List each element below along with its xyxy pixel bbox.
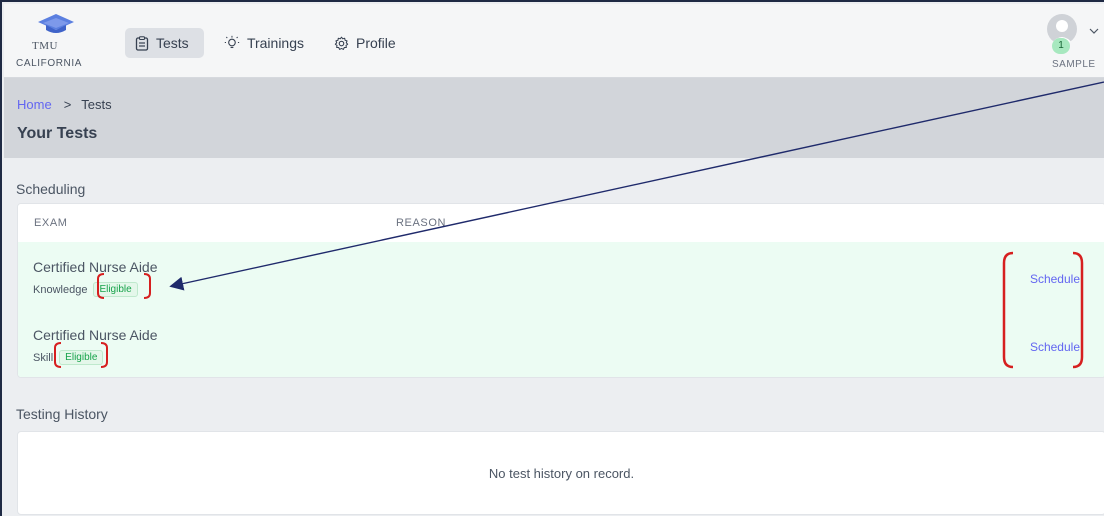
chevron-down-icon[interactable] (1089, 28, 1099, 34)
brand-name-bottom: CALIFORNIA (16, 58, 83, 69)
empty-history-message: No test history on record. (488, 466, 635, 481)
column-header-reason: REASON (396, 217, 447, 229)
gear-icon (334, 36, 349, 50)
breadcrumb: Home > Tests (17, 97, 112, 112)
page-header: Home > Tests Your Tests (4, 78, 1104, 158)
nav-tests[interactable]: Tests (125, 28, 204, 58)
nav-trainings[interactable]: Trainings (214, 28, 314, 58)
breadcrumb-home-link[interactable]: Home (17, 97, 52, 112)
breadcrumb-current: Tests (81, 97, 112, 112)
column-header-exam: EXAM (34, 217, 68, 229)
page-title: Your Tests (17, 125, 98, 142)
testing-history-title: Testing History (16, 406, 108, 422)
breadcrumb-separator: > (63, 97, 72, 112)
exam-type: Skill Eligible (33, 350, 104, 365)
exam-name: Certified Nurse Aide (33, 327, 158, 343)
status-badge: Eligible (59, 350, 104, 365)
nav-profile-label: Profile (356, 35, 396, 51)
table-row: Certified Nurse Aide Knowledge Eligible … (18, 242, 1104, 311)
lightbulb-icon (224, 35, 240, 49)
clipboard-icon (135, 35, 149, 51)
exam-type-label: Knowledge (33, 283, 88, 296)
nav-trainings-label: Trainings (246, 35, 304, 51)
scheduling-title: Scheduling (16, 181, 86, 197)
status-badge: Eligible (93, 282, 138, 297)
schedule-link[interactable]: Schedule (1030, 340, 1080, 354)
user-name: SAMPLE (1052, 59, 1096, 70)
table-row: Certified Nurse Aide Skill Eligible Sche… (18, 310, 1104, 377)
schedule-link[interactable]: Schedule (1030, 272, 1080, 286)
table-header: EXAM REASON (18, 204, 1104, 243)
notification-badge: 1 (1052, 38, 1070, 54)
top-navigation: TMU CALIFORNIA Tests Trainings Profile 1… (4, 4, 1104, 78)
nav-tests-label: Tests (156, 35, 189, 51)
exam-name: Certified Nurse Aide (33, 259, 158, 275)
scheduling-table: EXAM REASON Certified Nurse Aide Knowled… (17, 203, 1104, 378)
exam-type: Knowledge Eligible (33, 282, 138, 297)
brand-name-top: TMU (32, 40, 58, 52)
nav-profile[interactable]: Profile (324, 28, 414, 58)
app-window: TMU CALIFORNIA Tests Trainings Profile 1… (0, 0, 1104, 516)
testing-history-card: No test history on record. (17, 431, 1104, 515)
graduation-cap-icon (38, 14, 74, 33)
brand-logo[interactable]: TMU CALIFORNIA (14, 12, 94, 74)
exam-type-label: Skill (33, 351, 54, 364)
user-menu[interactable]: 1 SAMPLE (1044, 14, 1104, 74)
